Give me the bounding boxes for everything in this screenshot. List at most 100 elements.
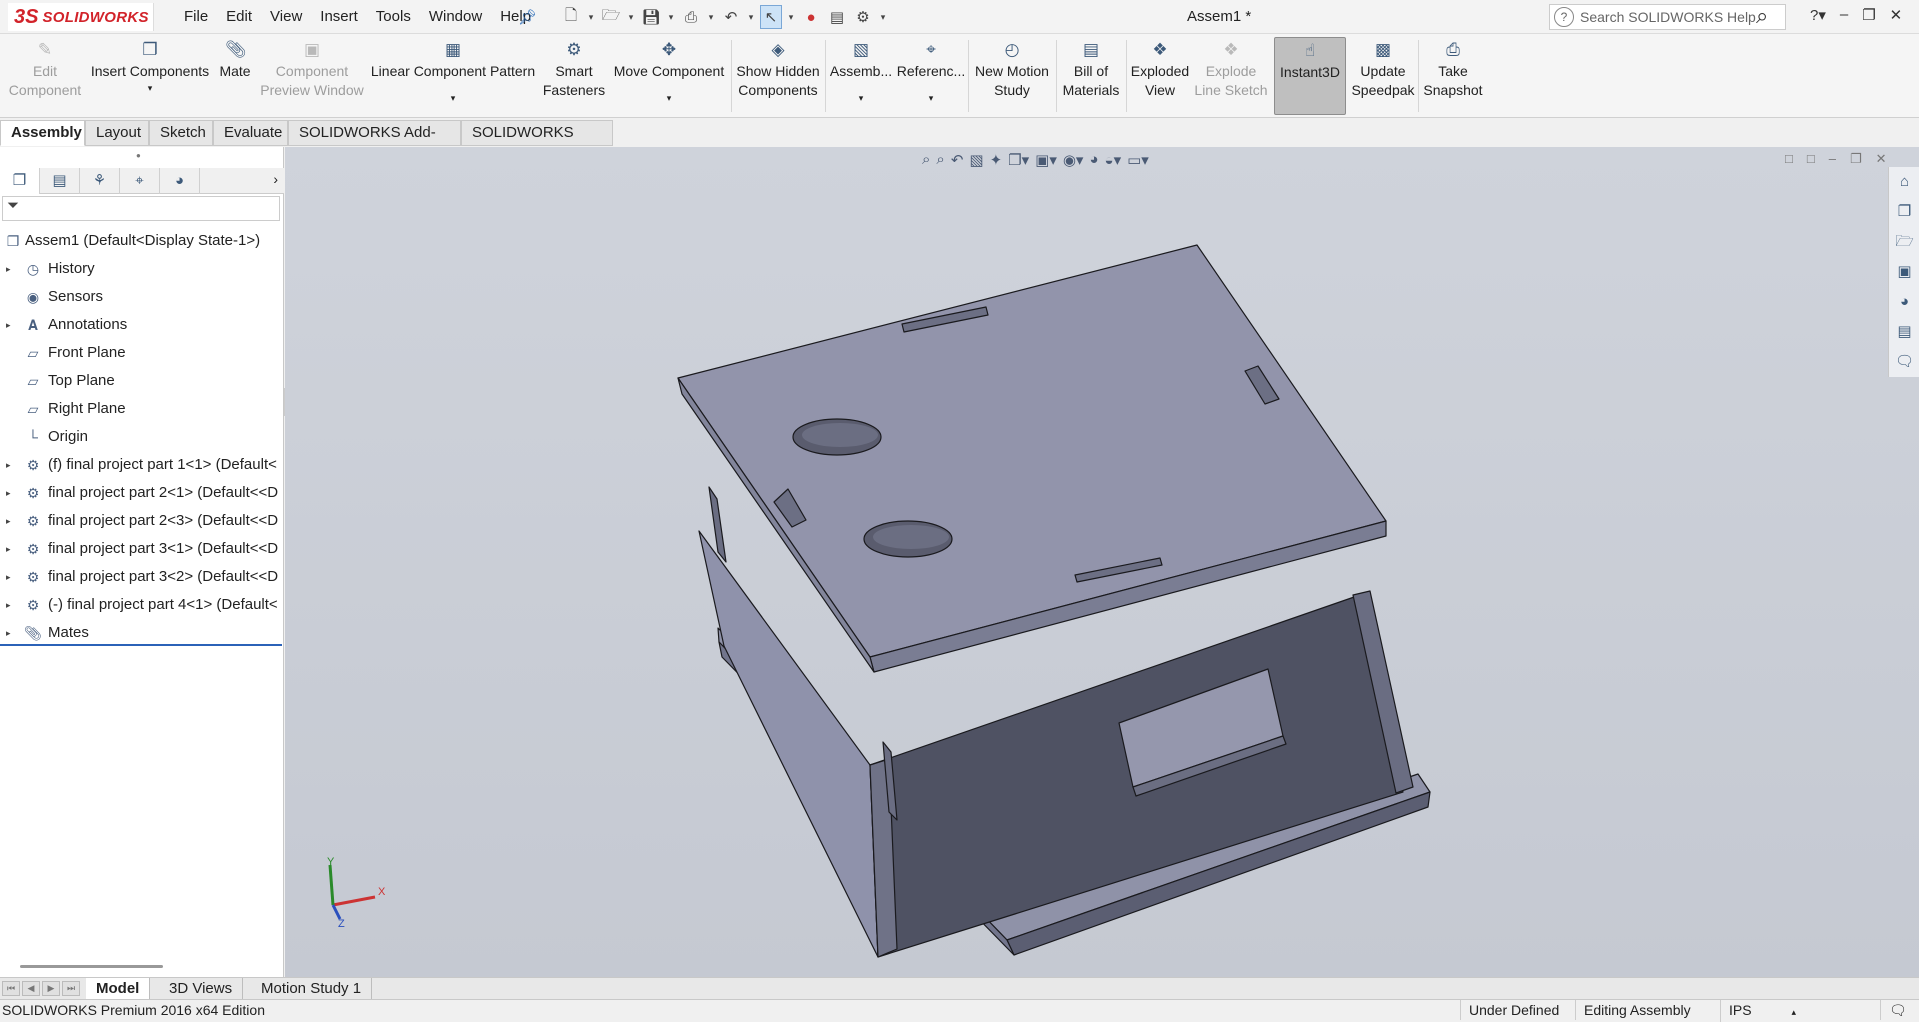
assembly-features-dropdown-icon[interactable]: ▾ [828, 93, 894, 103]
file-properties-icon[interactable]: ▤ [826, 5, 848, 29]
select-arrow-icon[interactable]: ↖ [760, 5, 782, 29]
appearances-scenes-icon[interactable]: ◕ [1889, 287, 1919, 317]
tree-item-part4-1[interactable]: ▸ ⚙ (-) final project part 4<1> (Default< [0, 591, 284, 619]
expand-arrow-icon[interactable]: ▸ [6, 591, 16, 619]
minimize-icon[interactable]: – [1840, 6, 1848, 24]
tree-item-part2-3[interactable]: ▸ ⚙ final project part 2<3> (Default<<D [0, 507, 284, 535]
tree-item-part3-1[interactable]: ▸ ⚙ final project part 3<1> (Default<<D [0, 535, 284, 563]
smart-fasteners-button[interactable]: ⚙ Smart Fasteners [540, 40, 608, 100]
undo-icon[interactable]: ↶ [720, 5, 742, 29]
solidworks-logo[interactable]: 3S SOLIDWORKS [8, 3, 154, 31]
tab-motion-study-1[interactable]: Motion Study 1 [251, 978, 373, 1000]
traffic-light-rebuild-icon[interactable]: ● [800, 5, 822, 29]
dimxpert-tab-icon[interactable]: ⌖ [120, 168, 160, 194]
menu-insert[interactable]: Insert [311, 8, 367, 25]
menu-file[interactable]: File [175, 8, 217, 25]
insert-components-dropdown-icon[interactable]: ▾ [89, 83, 211, 93]
expand-arrow-icon[interactable]: ▸ [6, 507, 16, 535]
update-speedpak-button[interactable]: ▩ Update Speedpak [1350, 40, 1416, 100]
options-gear-icon[interactable]: ⚙ [852, 5, 874, 29]
options-dropdown-icon[interactable]: ▾ [878, 12, 888, 23]
tree-item-annotations[interactable]: ▸ 𝐀 Annotations [0, 311, 284, 339]
show-hidden-components-button[interactable]: ◈ Show Hidden Components [733, 40, 823, 100]
linear-pattern-dropdown-icon[interactable]: ▾ [368, 93, 538, 103]
close-icon[interactable]: ✕ [1890, 6, 1903, 24]
restore-icon[interactable]: ❐ [1862, 6, 1875, 24]
displaymanager-tab-icon[interactable]: ◕ [160, 168, 200, 194]
assembly-3d-model[interactable] [285, 147, 1919, 977]
expand-arrow-icon[interactable]: ▸ [6, 563, 16, 591]
tree-item-sensors[interactable]: ◉ Sensors [0, 283, 284, 311]
component-preview-window-button[interactable]: ▣ Component Preview Window [258, 40, 366, 100]
propertymanager-tab-icon[interactable]: ▤ [40, 168, 80, 194]
custom-properties-icon[interactable]: ▤ [1889, 317, 1919, 347]
expand-arrow-icon[interactable]: ▸ [6, 535, 16, 563]
menu-edit[interactable]: Edit [217, 8, 261, 25]
reference-geometry-button[interactable]: ⌖ Referenc... ▾ [896, 40, 966, 103]
select-dropdown-icon[interactable]: ▾ [786, 12, 796, 23]
tab-sketch[interactable]: Sketch [149, 120, 213, 146]
featuremanager-tab-icon[interactable]: ❐ [0, 168, 40, 194]
solidworks-forum-icon[interactable]: 🗨︎ [1889, 347, 1919, 377]
tree-item-part1-1[interactable]: ▸ ⚙ (f) final project part 1<1> (Default< [0, 451, 284, 479]
last-tab-icon[interactable]: ⏭ [62, 981, 80, 996]
prev-tab-icon[interactable]: ◀ [22, 981, 40, 996]
help-search-input[interactable]: ? Search SOLIDWORKS Help [1549, 4, 1786, 30]
linear-component-pattern-button[interactable]: ▦ Linear Component Pattern ▾ [368, 40, 538, 103]
next-tab-icon[interactable]: ▶ [42, 981, 60, 996]
new-dropdown-icon[interactable]: ▾ [586, 12, 596, 23]
tab-layout[interactable]: Layout [85, 120, 149, 146]
expand-arrow-icon[interactable]: ▸ [6, 619, 16, 647]
assembly-features-button[interactable]: ▧ Assemb... ▾ [828, 40, 894, 103]
reference-geometry-dropdown-icon[interactable]: ▾ [896, 93, 966, 103]
move-component-button[interactable]: ✥ Move Component ▾ [609, 40, 729, 103]
tree-root-assembly[interactable]: ❐ Assem1 (Default<Display State-1>) [0, 227, 284, 255]
new-motion-study-button[interactable]: ◴ New Motion Study [970, 40, 1054, 100]
file-explorer-folder-icon[interactable]: 🗁 [1889, 227, 1919, 257]
design-library-icon[interactable]: ❐ [1889, 197, 1919, 227]
tab-model[interactable]: Model [86, 978, 151, 1000]
pane-grip-icon[interactable]: ● [136, 151, 141, 160]
tree-item-part3-2[interactable]: ▸ ⚙ final project part 3<2> (Default<<D [0, 563, 284, 591]
graphics-area[interactable]: ⌕ ⌕ ↶ ▧ ✦ ❐▾ ▣▾ ◉▾ ◕ ◒▾ ▭▾ □ □ – ❐ ✕ X Y… [285, 147, 1919, 977]
status-messages-icon[interactable]: 🗨︎ [1880, 1000, 1915, 1020]
tab-assembly[interactable]: Assembly [0, 120, 85, 146]
expand-arrow-icon[interactable]: ▸ [6, 479, 16, 507]
tree-item-front-plane[interactable]: ▱ Front Plane [0, 339, 284, 367]
undo-dropdown-icon[interactable]: ▾ [746, 12, 756, 23]
print-dropdown-icon[interactable]: ▾ [706, 12, 716, 23]
expand-arrow-icon[interactable]: ▸ [6, 451, 16, 479]
bill-of-materials-button[interactable]: ▤ Bill of Materials [1058, 40, 1124, 100]
exploded-view-button[interactable]: ❖ Exploded View [1128, 40, 1192, 100]
tab-3d-views[interactable]: 3D Views [159, 978, 244, 1000]
save-icon[interactable]: 💾︎ [640, 5, 662, 29]
edit-component-button[interactable]: ✎ Edit Component [8, 40, 82, 100]
help-dropdown-icon[interactable]: ?▾ [1810, 6, 1826, 24]
open-folder-icon[interactable]: 🗁 [600, 5, 622, 29]
tree-item-mates[interactable]: ▸ 📎︎ Mates [0, 619, 284, 647]
move-component-dropdown-icon[interactable]: ▾ [609, 93, 729, 103]
pin-menu-icon[interactable]: 📌︎ [518, 8, 537, 26]
new-document-icon[interactable]: 🗋 [560, 5, 582, 29]
expand-arrow-icon[interactable]: ▸ [6, 311, 16, 339]
tree-item-part2-1[interactable]: ▸ ⚙ final project part 2<1> (Default<<D [0, 479, 284, 507]
print-icon[interactable]: ⎙ [680, 5, 702, 29]
expand-arrow-icon[interactable]: ▸ [6, 255, 16, 283]
explode-line-sketch-button[interactable]: ❖ Explode Line Sketch [1194, 40, 1268, 100]
menu-view[interactable]: View [261, 8, 311, 25]
mate-button[interactable]: 📎︎ Mate [213, 40, 257, 81]
instant3d-button[interactable]: ☝ Instant3D [1274, 37, 1346, 115]
more-tabs-chevron-icon[interactable]: › [273, 171, 278, 187]
save-dropdown-icon[interactable]: ▾ [666, 12, 676, 23]
first-tab-icon[interactable]: ⏮ [2, 981, 20, 996]
units-dropdown-icon[interactable]: ▴ [1791, 1007, 1796, 1017]
tree-filter-icon[interactable]: ⏷ [2, 196, 280, 221]
tree-item-top-plane[interactable]: ▱ Top Plane [0, 367, 284, 395]
configurationmanager-tab-icon[interactable]: ⚘ [80, 168, 120, 194]
solidworks-resources-home-icon[interactable]: ⌂ [1889, 167, 1919, 197]
menu-tools[interactable]: Tools [367, 8, 420, 25]
tree-horizontal-scrollbar[interactable] [20, 965, 163, 968]
tree-item-right-plane[interactable]: ▱ Right Plane [0, 395, 284, 423]
open-dropdown-icon[interactable]: ▾ [626, 12, 636, 23]
tab-solidworks-addins[interactable]: SOLIDWORKS Add-Ins [288, 120, 461, 165]
